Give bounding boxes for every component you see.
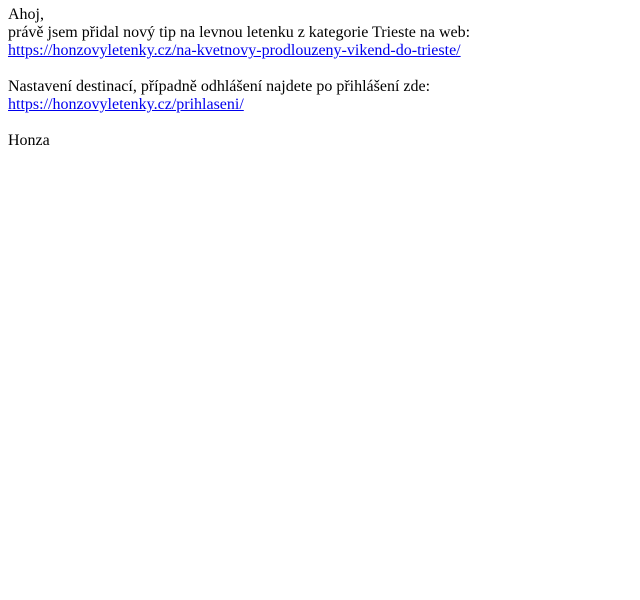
tip-link[interactable]: https://honzovyletenky.cz/na-kvetnovy-pr… [8,42,461,59]
settings-text: Nastavení destinací, případně odhlášení … [8,78,431,95]
login-link[interactable]: https://honzovyletenky.cz/prihlaseni/ [8,96,244,113]
greeting-text: Ahoj, [8,6,44,23]
login-link-line: https://honzovyletenky.cz/prihlaseni/ [8,96,632,114]
tip-link-line: https://honzovyletenky.cz/na-kvetnovy-pr… [8,42,632,60]
intro-text: právě jsem přidal nový tip na levnou let… [8,24,471,41]
email-body: Ahoj, právě jsem přidal nový tip na levn… [8,6,632,150]
signature-text: Honza [8,132,50,149]
